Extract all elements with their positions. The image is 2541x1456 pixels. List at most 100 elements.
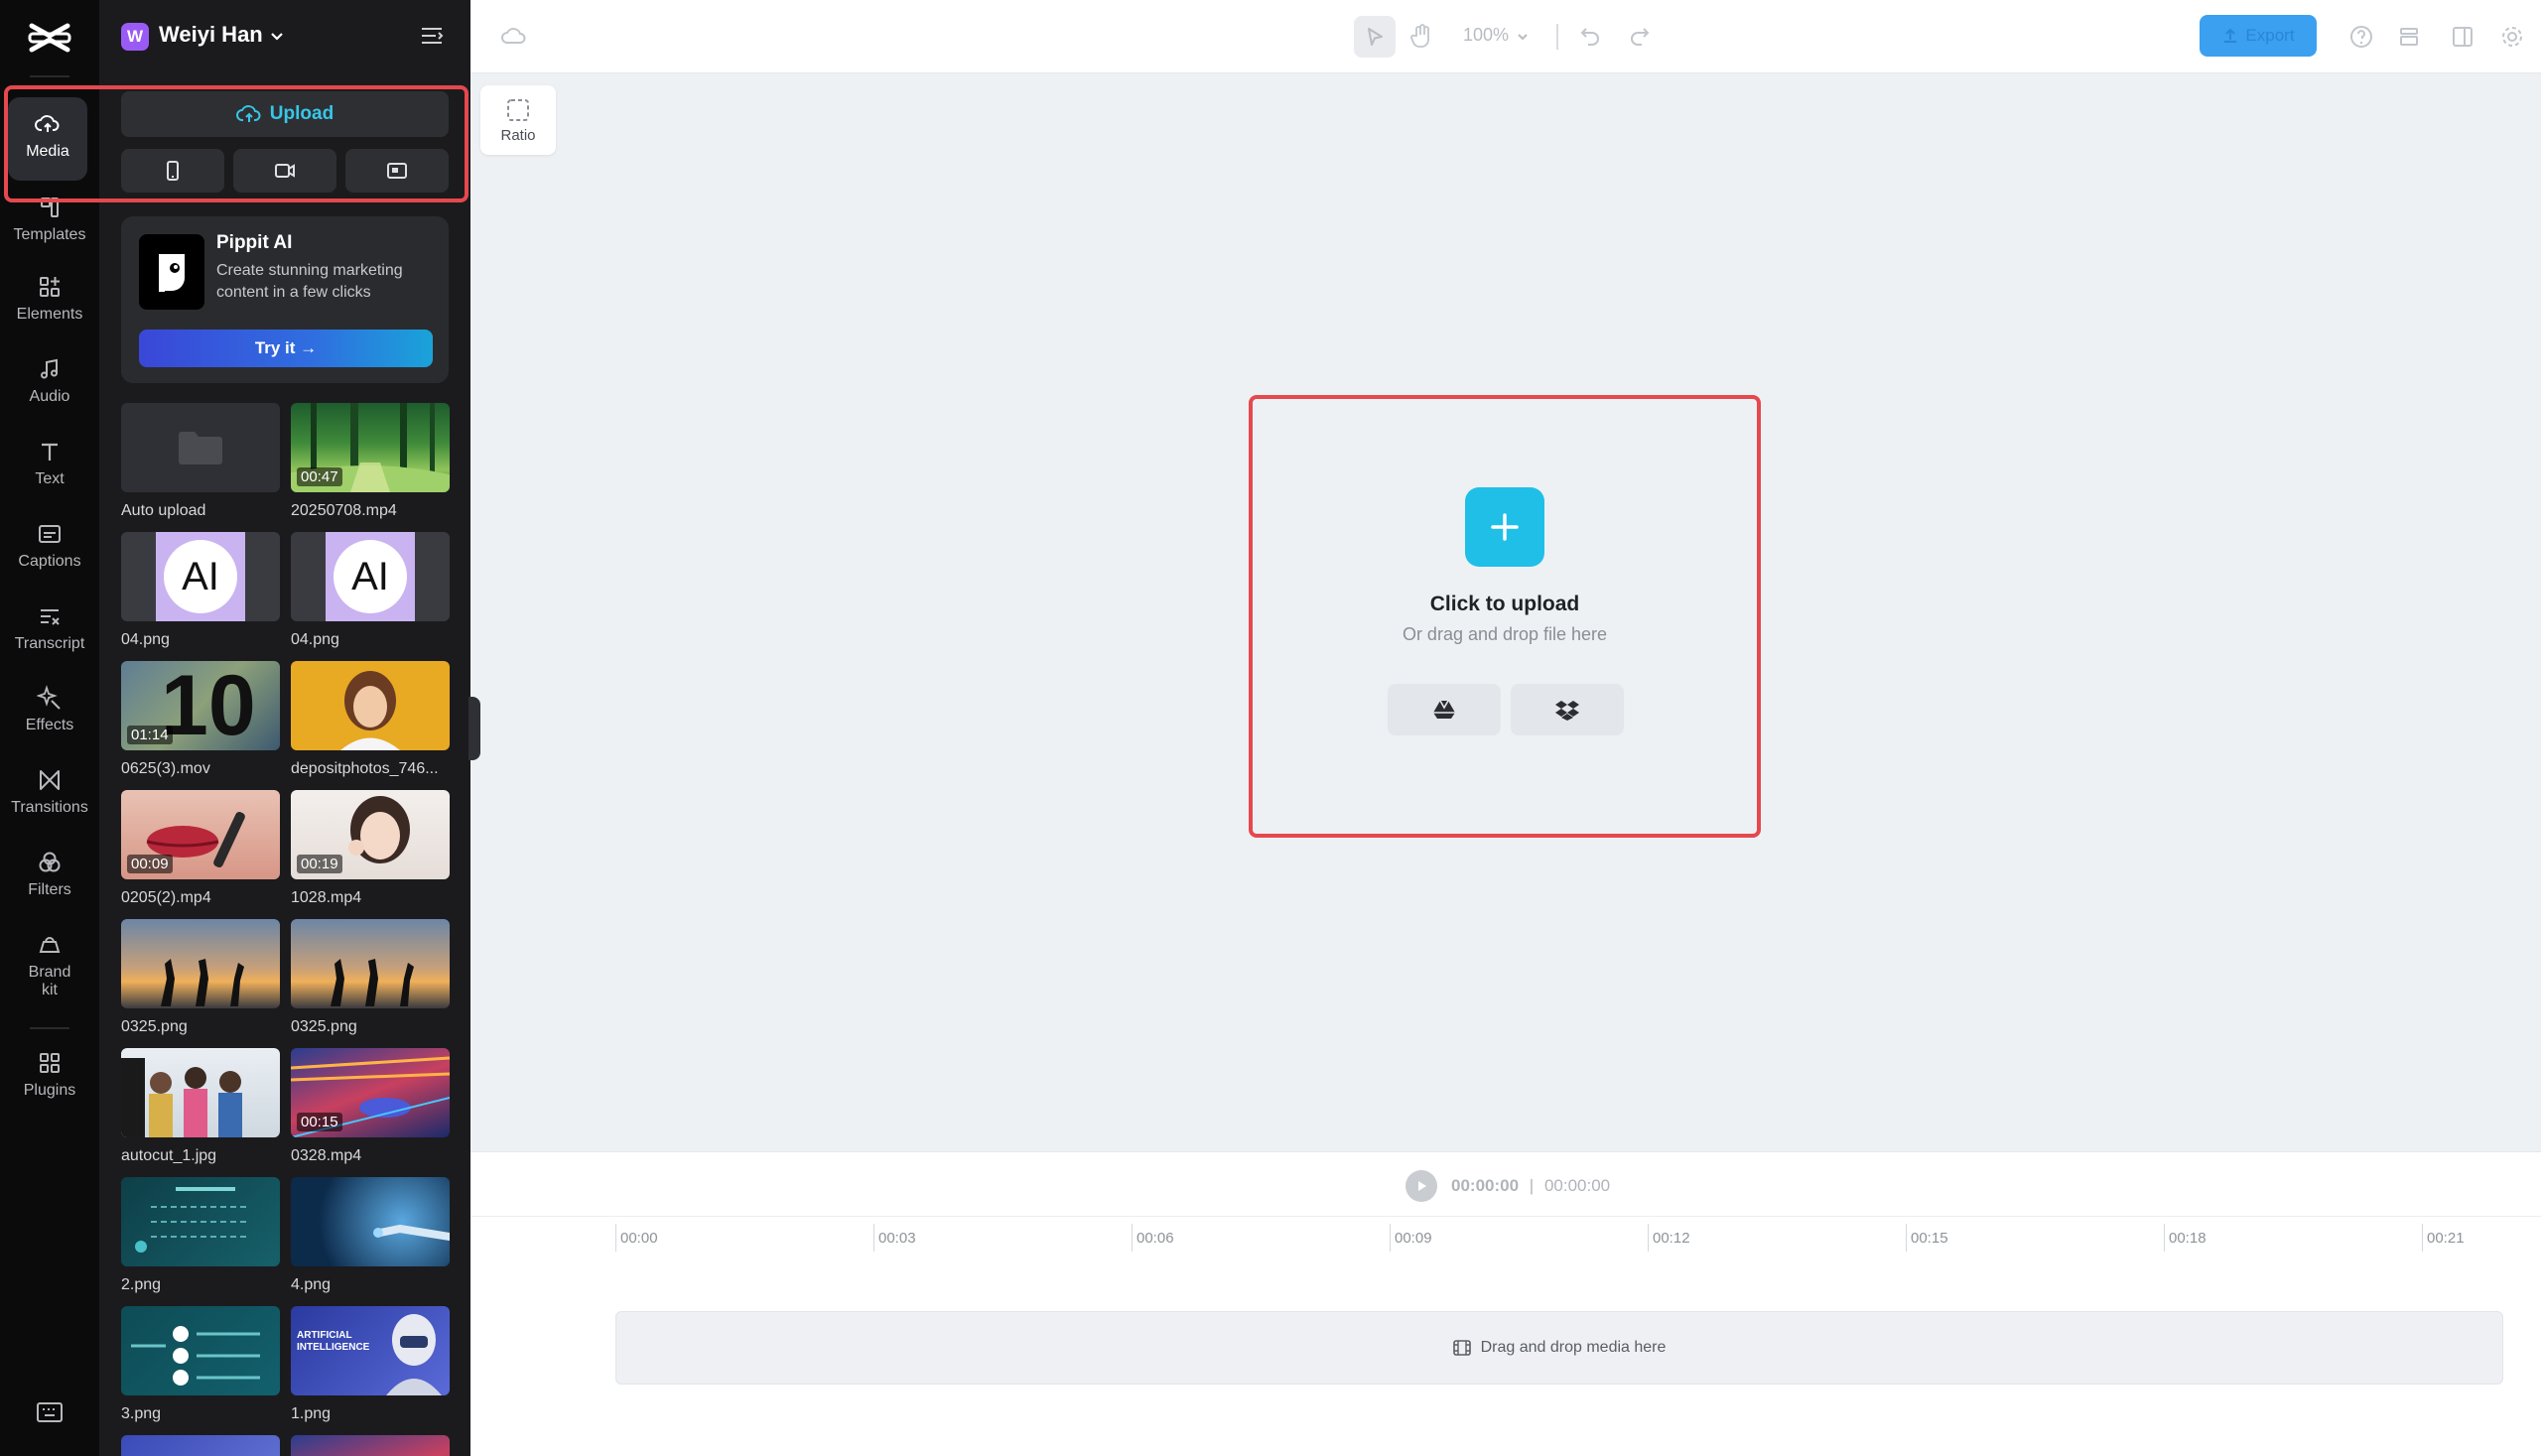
rail-item-text[interactable]: Text bbox=[4, 439, 95, 488]
upload-from-phone-button[interactable] bbox=[121, 149, 224, 193]
media-item[interactable]: depositphotos_746... bbox=[291, 661, 450, 778]
left-rail: Media Templates Elements Audio Text Capt… bbox=[0, 0, 99, 1456]
keyboard-shortcuts-icon[interactable] bbox=[36, 1401, 64, 1423]
media-item[interactable]: 00:47 20250708.mp4 bbox=[291, 403, 450, 520]
dropbox-button[interactable] bbox=[1511, 684, 1624, 735]
media-thumbnail: AI bbox=[291, 532, 450, 621]
capcut-logo-icon[interactable] bbox=[26, 18, 73, 58]
workspace-avatar[interactable]: W bbox=[121, 23, 149, 51]
media-thumbnail bbox=[121, 1435, 280, 1456]
media-item[interactable]: autocut_1.jpg bbox=[121, 1048, 280, 1165]
ruler-tick: 00:09 bbox=[1390, 1224, 1432, 1252]
media-item[interactable]: 00:09 0205(2).mp4 bbox=[121, 790, 280, 907]
folder-thumbnail bbox=[121, 403, 280, 492]
slide-steps-image bbox=[131, 1326, 260, 1386]
rail-item-transitions[interactable]: Transitions bbox=[4, 767, 95, 817]
ai-badge-text: AI bbox=[164, 540, 237, 613]
settings-gear-icon[interactable] bbox=[2499, 24, 2525, 50]
play-button[interactable] bbox=[1405, 1170, 1437, 1202]
media-item[interactable]: AI 04.png bbox=[291, 532, 450, 649]
media-item[interactable]: 00:15 0328.mp4 bbox=[291, 1048, 450, 1165]
rail-item-templates[interactable]: Templates bbox=[4, 195, 95, 244]
collapse-menu-icon[interactable] bbox=[419, 24, 445, 48]
rail-item-media[interactable]: Media bbox=[8, 97, 87, 181]
slide-contents-image bbox=[135, 1187, 250, 1253]
panel-collapse-handle[interactable] bbox=[468, 697, 480, 760]
media-item[interactable]: 0325.png bbox=[121, 919, 280, 1036]
redo-icon[interactable] bbox=[1628, 24, 1652, 48]
plus-icon bbox=[1491, 513, 1519, 541]
rail-label-effects: Effects bbox=[25, 717, 74, 733]
ruler-tick: 00:15 bbox=[1906, 1224, 1948, 1252]
google-drive-button[interactable] bbox=[1388, 684, 1501, 735]
media-item[interactable]: 00:19 1028.mp4 bbox=[291, 790, 450, 907]
total-time: 00:00:00 bbox=[1543, 1176, 1611, 1195]
add-media-button[interactable] bbox=[1465, 487, 1544, 567]
media-item[interactable]: Auto upload bbox=[121, 403, 280, 520]
media-item[interactable]: 10 01:14 0625(3).mov bbox=[121, 661, 280, 778]
split-panel-icon[interactable] bbox=[2450, 24, 2475, 50]
rail-item-effects[interactable]: Effects bbox=[4, 685, 95, 734]
media-thumbnail bbox=[121, 1177, 280, 1266]
ratio-button[interactable]: Ratio bbox=[480, 85, 556, 155]
google-drive-icon bbox=[1433, 700, 1455, 719]
layers-stack-icon[interactable] bbox=[2396, 24, 2422, 50]
media-item-name: 1028.mp4 bbox=[291, 889, 362, 906]
media-thumbnail: 00:09 bbox=[121, 790, 280, 879]
phone-icon bbox=[167, 161, 179, 181]
cloud-upload-icon bbox=[35, 115, 60, 132]
ruler-tick: 00:06 bbox=[1132, 1224, 1174, 1252]
rail-item-captions[interactable]: Captions bbox=[4, 521, 95, 571]
media-item[interactable]: ARTIFICIAL INTELLIGENCE 1.png bbox=[291, 1306, 450, 1423]
select-tool-button[interactable] bbox=[1354, 16, 1396, 58]
playback-time: 00:00:00 | 00:00:00 bbox=[1451, 1176, 1610, 1196]
pippit-logo bbox=[139, 234, 204, 310]
rail-item-elements[interactable]: Elements bbox=[4, 274, 95, 324]
rail-item-plugins[interactable]: Plugins bbox=[4, 1050, 95, 1100]
export-button[interactable]: Export bbox=[2200, 15, 2317, 57]
text-t-icon bbox=[42, 443, 58, 461]
help-icon[interactable] bbox=[2348, 24, 2374, 50]
media-item[interactable]: 0325.png bbox=[291, 919, 450, 1036]
media-thumbnail bbox=[121, 1306, 280, 1395]
folder-icon bbox=[179, 432, 222, 464]
media-item[interactable] bbox=[291, 1435, 450, 1456]
media-item[interactable] bbox=[121, 1435, 280, 1456]
record-camera-button[interactable] bbox=[233, 149, 336, 193]
chevron-down-icon[interactable] bbox=[268, 28, 286, 46]
ruler-tick: 00:21 bbox=[2422, 1224, 2465, 1252]
toolbar-divider bbox=[1556, 24, 1558, 50]
cloud-sync-icon[interactable] bbox=[500, 24, 528, 48]
drop-zone-label: Drag and drop media here bbox=[1480, 1339, 1667, 1356]
hand-pan-icon[interactable] bbox=[1407, 22, 1435, 50]
media-item[interactable]: 4.png bbox=[291, 1177, 450, 1294]
workspace-name[interactable]: Weiyi Han bbox=[159, 22, 263, 48]
rail-item-brand-kit[interactable]: Brand kit bbox=[4, 932, 95, 999]
media-item[interactable]: 3.png bbox=[121, 1306, 280, 1423]
ruler-tick: 00:00 bbox=[615, 1224, 658, 1252]
rail-item-filters[interactable]: Filters bbox=[4, 850, 95, 899]
media-item[interactable]: 2.png bbox=[121, 1177, 280, 1294]
chevron-down-icon[interactable] bbox=[1516, 30, 1530, 44]
record-screen-button[interactable] bbox=[345, 149, 449, 193]
pippit-try-button[interactable]: Try it → bbox=[139, 330, 433, 367]
robot-image bbox=[386, 1314, 442, 1395]
media-duration: 00:19 bbox=[297, 855, 342, 873]
media-duration: 00:09 bbox=[127, 855, 173, 873]
zoom-level[interactable]: 100% bbox=[1463, 25, 1509, 46]
media-item[interactable]: AI 04.png bbox=[121, 532, 280, 649]
timeline-drop-zone[interactable]: Drag and drop media here bbox=[615, 1311, 2503, 1385]
undo-icon[interactable] bbox=[1578, 24, 1602, 48]
media-item-name: 2.png bbox=[121, 1276, 162, 1293]
canvas-upload-area[interactable]: Click to upload Or drag and drop file he… bbox=[1253, 398, 1757, 833]
media-thumbnail bbox=[121, 919, 280, 1008]
elements-icon bbox=[40, 277, 60, 297]
rail-item-audio[interactable]: Audio bbox=[4, 356, 95, 406]
media-duration: 01:14 bbox=[127, 726, 173, 744]
cloud-upload-icon bbox=[235, 105, 261, 122]
upload-button[interactable]: Upload bbox=[121, 91, 449, 137]
media-panel: W Weiyi Han Upload Pippit AI Create stun… bbox=[99, 0, 480, 1456]
rail-item-transcript[interactable]: Transcript bbox=[4, 603, 95, 653]
current-time: 00:00:00 bbox=[1451, 1176, 1520, 1195]
top-toolbar: 100% Export bbox=[470, 0, 2541, 73]
